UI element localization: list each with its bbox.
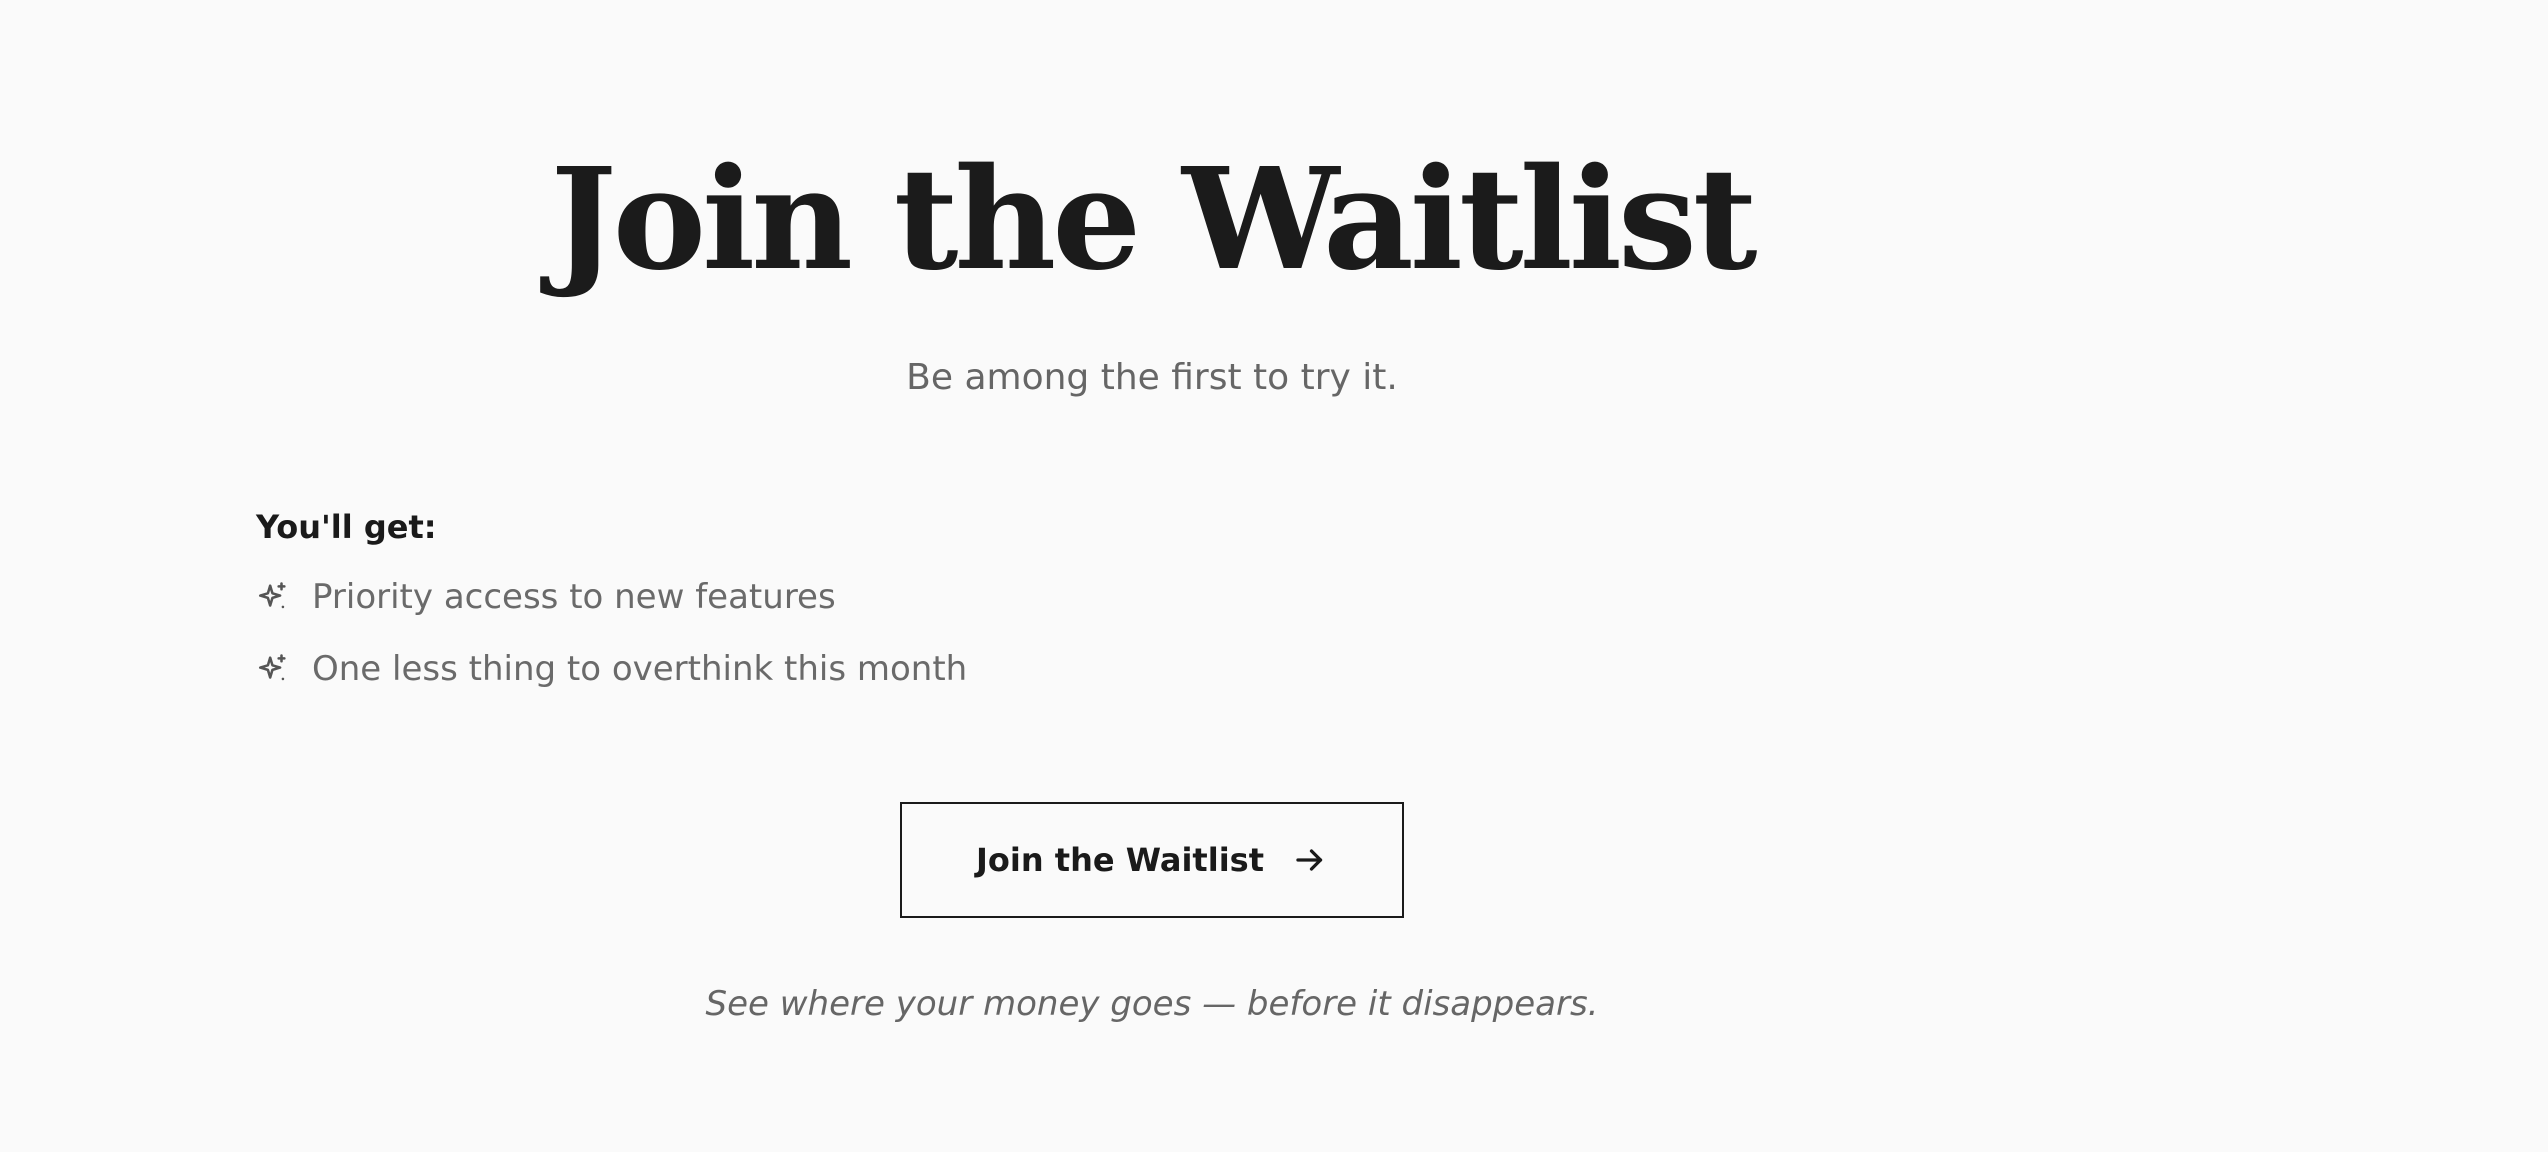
page-subtitle: Be among the first to try it.: [906, 357, 1398, 398]
waitlist-page: Join the Waitlist Be among the first to …: [0, 0, 2548, 1152]
benefit-item: Priority access to new features: [256, 574, 2048, 620]
join-waitlist-button[interactable]: Join the Waitlist: [900, 802, 1404, 918]
benefit-label: One less thing to overthink this month: [312, 648, 968, 689]
tagline: See where your money goes — before it di…: [705, 984, 1599, 1024]
benefits-heading: You'll get:: [256, 508, 437, 546]
sparkles-icon: [256, 580, 290, 614]
join-waitlist-button-label: Join the Waitlist: [976, 841, 1264, 879]
sparkles-icon: [256, 652, 290, 686]
benefit-label: Priority access to new features: [312, 576, 836, 617]
page-title: Join the Waitlist: [550, 138, 1757, 302]
content-container: Join the Waitlist Be among the first to …: [256, 0, 2048, 1152]
benefits-list: Priority access to new features One less…: [256, 574, 2048, 692]
arrow-right-icon: [1292, 842, 1328, 878]
benefit-item: One less thing to overthink this month: [256, 646, 2048, 692]
benefits-section: You'll get: Priority access to new featu…: [256, 508, 2048, 718]
